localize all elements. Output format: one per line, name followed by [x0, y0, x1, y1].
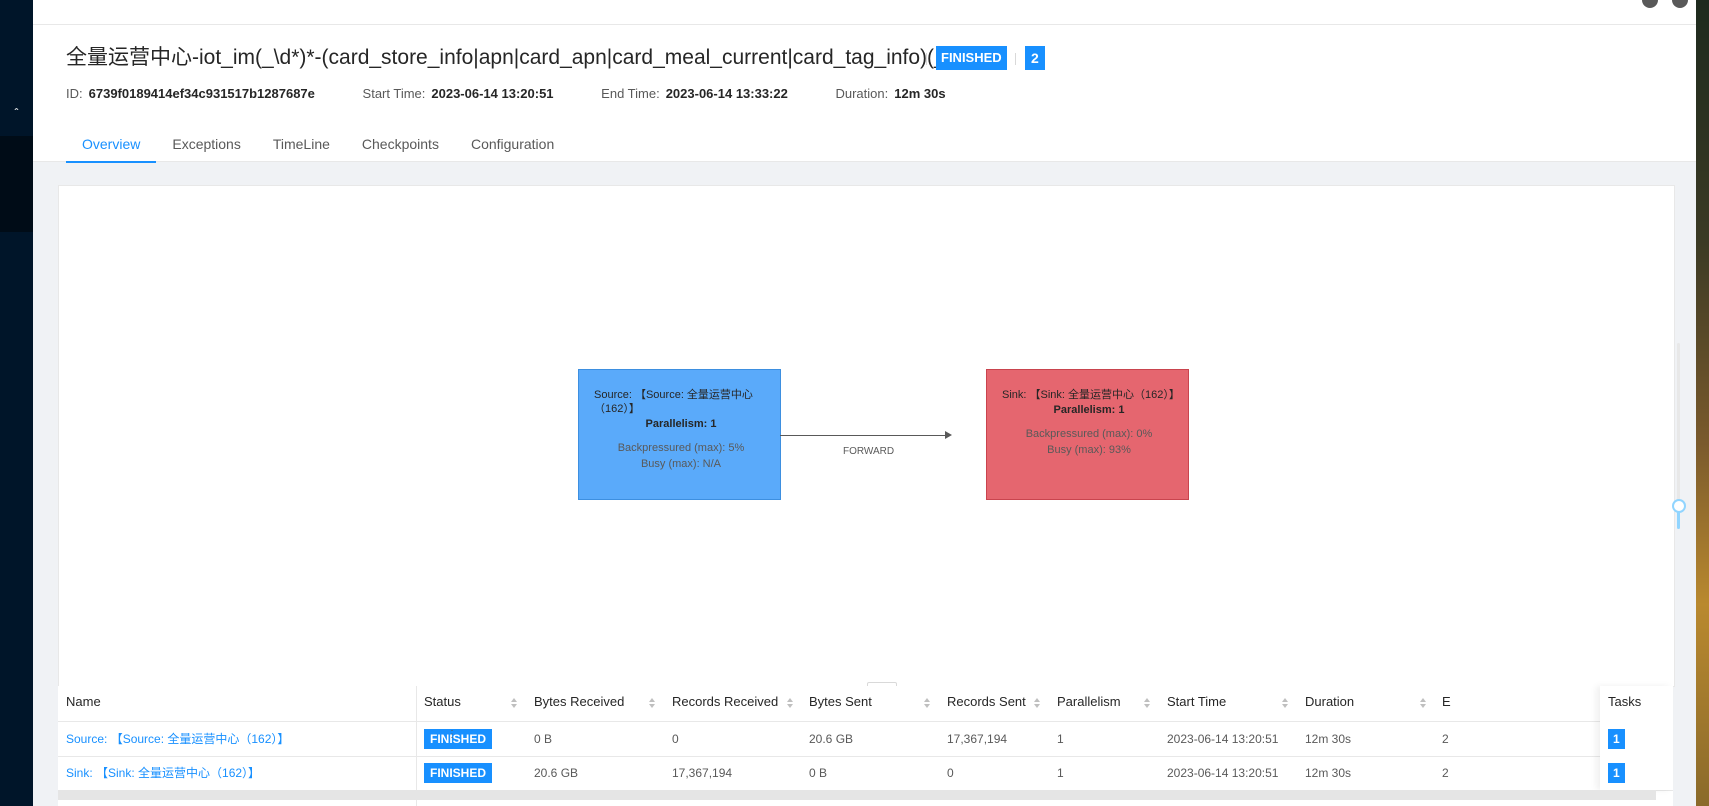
column-header-bytes-received[interactable]: Bytes Received — [534, 686, 624, 721]
sink-node[interactable]: Sink: 【Sink: 全量运营中心（162）】 Parallelism: 1… — [986, 369, 1189, 500]
arrow-icon — [945, 431, 952, 439]
id-label: ID: — [66, 86, 83, 101]
main-content: 全量运营中心-iot_im(_\d*)*-(card_store_info|ap… — [33, 0, 1696, 806]
column-header-duration[interactable]: Duration — [1305, 686, 1354, 721]
start-time-cell: 2023-06-14 13:20:51 — [1167, 732, 1279, 746]
vertex-table: Name Status Bytes Received Records Recei… — [58, 686, 1673, 806]
tab-overview[interactable]: Overview — [66, 133, 157, 163]
column-header-status[interactable]: Status — [424, 686, 461, 721]
records-sent-cell: 17,367,194 — [947, 732, 1008, 746]
tab-configuration[interactable]: Configuration — [455, 133, 570, 161]
tasks-cell: 1 — [1608, 722, 1625, 756]
end-time: 2023-06-14 13:33:22 — [665, 86, 788, 101]
start-time: 2023-06-14 13:20:51 — [431, 86, 554, 101]
top-bar — [33, 0, 1696, 25]
source-node-parallelism: Parallelism: 1 — [645, 418, 717, 430]
column-header-records-received[interactable]: Records Received — [672, 686, 778, 721]
sink-node-busy: Busy (max): 93% — [1047, 444, 1131, 456]
end-time-label: End Time: — [601, 86, 660, 101]
sink-node-backpressure: Backpressured (max): 0% — [1025, 428, 1153, 440]
duration: 12m 30s — [894, 86, 946, 101]
source-node-name: Source: 【Source: 全量运营中心（162）】 — [594, 389, 753, 415]
table-row[interactable]: Sink: 【Sink: 全量运营中心（162）】 FINISHED 20.6 … — [58, 756, 1673, 791]
records-sent-cell: 0 — [947, 766, 954, 780]
column-header-records-sent[interactable]: Records Sent — [947, 686, 1026, 721]
side-navigation: ˆ — [0, 0, 33, 806]
job-status-badge: FINISHED — [936, 46, 1007, 70]
job-title: 全量运营中心-iot_im(_\d*)*-(card_store_info|ap… — [66, 46, 987, 69]
column-header-name: Name — [66, 694, 101, 709]
duration-cell: 12m 30s — [1305, 766, 1352, 780]
chevron-up-icon[interactable]: ˆ — [0, 100, 33, 126]
source-node-busy: Busy (max): N/A — [640, 458, 722, 470]
divider — [926, 53, 927, 65]
duration-cell: 12m 30s — [1305, 732, 1352, 746]
background-wallpaper — [1696, 0, 1709, 806]
status-badge: FINISHED — [424, 729, 493, 749]
status-cell: FINISHED — [424, 722, 493, 756]
end-time-cell: 2 — [1442, 766, 1449, 780]
column-header-start-time[interactable]: Start Time — [1167, 686, 1226, 721]
parallelism-cell: 1 — [1057, 732, 1064, 746]
divider — [1015, 53, 1016, 65]
sort-icon[interactable] — [1282, 698, 1288, 708]
column-header-end: E — [1442, 694, 1451, 709]
column-header-tasks: Tasks — [1608, 694, 1642, 709]
sort-icon[interactable] — [511, 698, 517, 708]
column-header-parallelism[interactable]: Parallelism — [1057, 686, 1121, 721]
sink-node-parallelism: Parallelism: 1 — [1053, 404, 1125, 416]
sort-icon[interactable] — [787, 698, 793, 708]
job-header: 全量运营中心-iot_im(_\d*)*-(card_store_info|ap… — [33, 25, 1696, 163]
parallelism-cell: 1 — [1057, 766, 1064, 780]
sink-node-name: Sink: 【Sink: 全量运营中心（162）】 — [1002, 389, 1180, 401]
records-received-cell: 17,367,194 — [672, 766, 733, 780]
bytes-received-cell: 0 B — [534, 732, 553, 746]
tab-exceptions[interactable]: Exceptions — [156, 133, 256, 161]
end-time-cell: 2 — [1442, 732, 1449, 746]
sort-icon[interactable] — [649, 698, 655, 708]
graph-edge — [780, 435, 949, 436]
tab-checkpoints[interactable]: Checkpoints — [346, 133, 455, 161]
job-graph[interactable]: Source: 【Source: 全量运营中心（162）】 Parallelis… — [58, 185, 1686, 687]
column-header-bytes-sent[interactable]: Bytes Sent — [809, 686, 872, 721]
edge-label: FORWARD — [843, 446, 895, 457]
start-time-label: Start Time: — [362, 86, 426, 101]
tasks-column: Tasks 1 1 — [1600, 686, 1673, 790]
records-received-cell: 0 — [672, 732, 679, 746]
status-cell: FINISHED — [424, 756, 493, 790]
tasks-badge: 1 — [1608, 729, 1625, 749]
sort-icon[interactable] — [1420, 698, 1426, 708]
sort-icon[interactable] — [1144, 698, 1150, 708]
source-node[interactable]: Source: 【Source: 全量运营中心（162）】 Parallelis… — [578, 369, 781, 500]
table-header: Name Status Bytes Received Records Recei… — [58, 686, 1673, 722]
bytes-received-cell: 20.6 GB — [534, 766, 579, 780]
table-row[interactable]: Source: 【Source: 全量运营中心（162）】 FINISHED 0… — [58, 722, 1673, 757]
start-time-cell: 2023-06-14 13:20:51 — [1167, 766, 1279, 780]
bytes-sent-cell: 0 B — [809, 766, 828, 780]
tasks-badge: 1 — [1608, 763, 1625, 783]
tasks-cell: 1 — [1608, 756, 1625, 790]
bytes-sent-cell: 20.6 GB — [809, 732, 854, 746]
column-resize-handle[interactable]: ⋮ — [447, 730, 457, 750]
vertex-name-link[interactable]: Source: 【Source: 全量运营中心（162）】 — [66, 722, 289, 756]
nav-active-block[interactable] — [0, 136, 33, 232]
help-icon[interactable] — [1641, 0, 1658, 8]
job-meta: ID: 6739f0189414ef34c931517b1287687e Star… — [66, 86, 990, 101]
tab-timeline[interactable]: TimeLine — [257, 133, 346, 161]
user-icon[interactable] — [1672, 0, 1688, 8]
column-divider[interactable] — [416, 686, 417, 806]
job-id: 6739f0189414ef34c931517b1287687e — [88, 86, 315, 101]
source-node-backpressure: Backpressured (max): 5% — [617, 442, 745, 454]
sort-icon[interactable] — [1034, 698, 1040, 708]
job-count-badge: 2 — [1025, 46, 1045, 70]
vertex-name-link[interactable]: Sink: 【Sink: 全量运营中心（162）】 — [66, 756, 260, 790]
sort-icon[interactable] — [924, 698, 930, 708]
zoom-slider-handle[interactable] — [1672, 499, 1686, 513]
horizontal-scrollbar[interactable] — [58, 790, 1656, 800]
status-badge: FINISHED — [424, 763, 493, 783]
tab-bar: Overview Exceptions TimeLine Checkpoints Con… — [66, 133, 570, 163]
duration-label: Duration: — [835, 86, 889, 101]
